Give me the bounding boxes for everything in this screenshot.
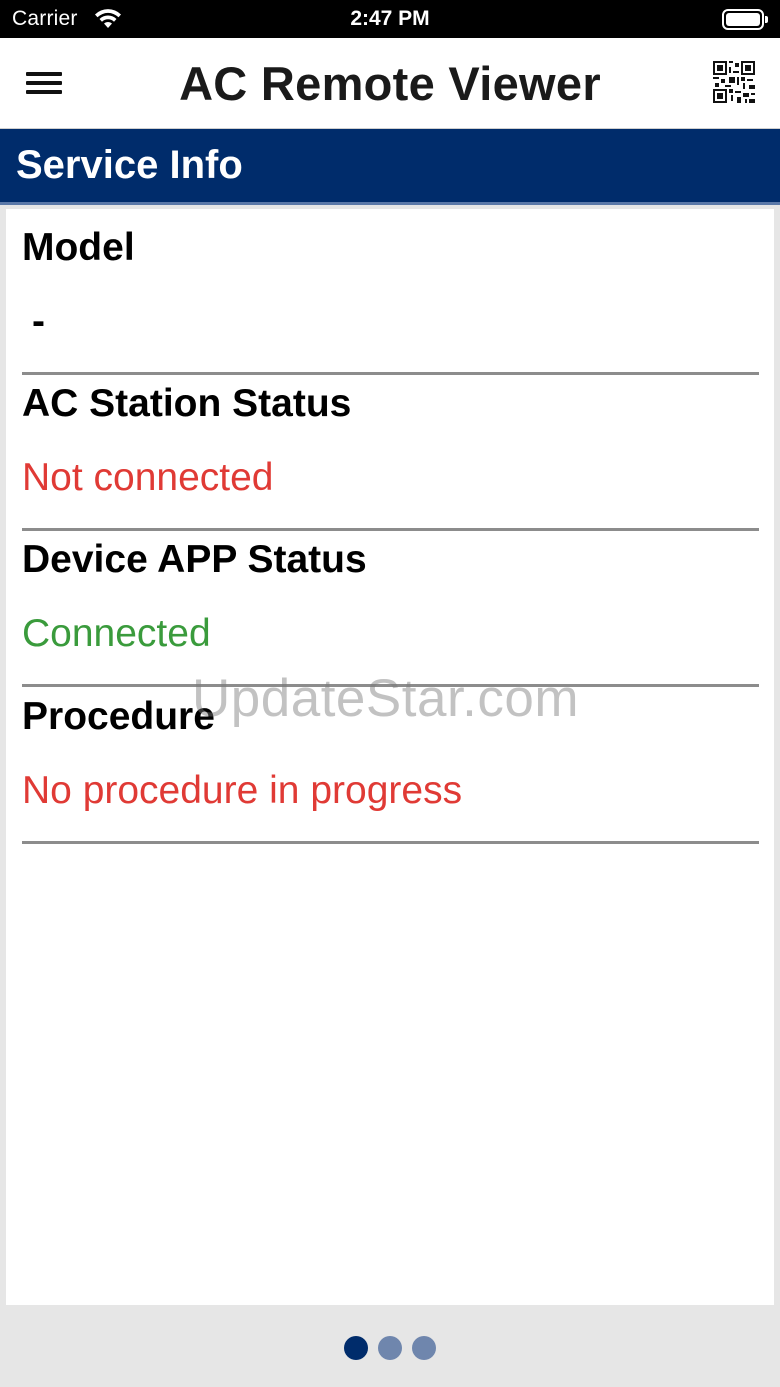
model-label: Model (22, 226, 135, 269)
section-title: Service Info (16, 143, 243, 187)
device-app-status-label: Device APP Status (22, 538, 367, 581)
service-info-card: Model - AC Station Status Not connected … (6, 209, 774, 1305)
procedure-value: No procedure in progress (22, 769, 463, 812)
page-dot-1[interactable] (344, 1336, 368, 1360)
row-divider (22, 841, 759, 844)
page-dot-2[interactable] (378, 1336, 402, 1360)
model-value: - (32, 300, 45, 343)
page-dot-3[interactable] (412, 1336, 436, 1360)
row-divider (22, 372, 759, 375)
qr-code-icon[interactable] (711, 59, 757, 105)
ac-station-status-label: AC Station Status (22, 382, 352, 425)
clock-time: 2:47 PM (350, 7, 430, 30)
row-divider (22, 528, 759, 531)
app-title: AC Remote Viewer (179, 57, 601, 110)
navigation-bar: AC Remote Viewer (0, 38, 780, 129)
battery-icon (722, 9, 768, 30)
device-app-status-value: Connected (22, 612, 211, 655)
status-bar: Carrier 2:47 PM (0, 0, 780, 38)
section-header: Service Info (0, 129, 780, 205)
procedure-label: Procedure (22, 695, 215, 738)
page-indicator (0, 1336, 780, 1362)
row-divider (22, 684, 759, 687)
ac-station-status-value: Not connected (22, 456, 274, 499)
app-screen: Carrier 2:47 PM AC Remote Viewer Service… (0, 0, 780, 1387)
